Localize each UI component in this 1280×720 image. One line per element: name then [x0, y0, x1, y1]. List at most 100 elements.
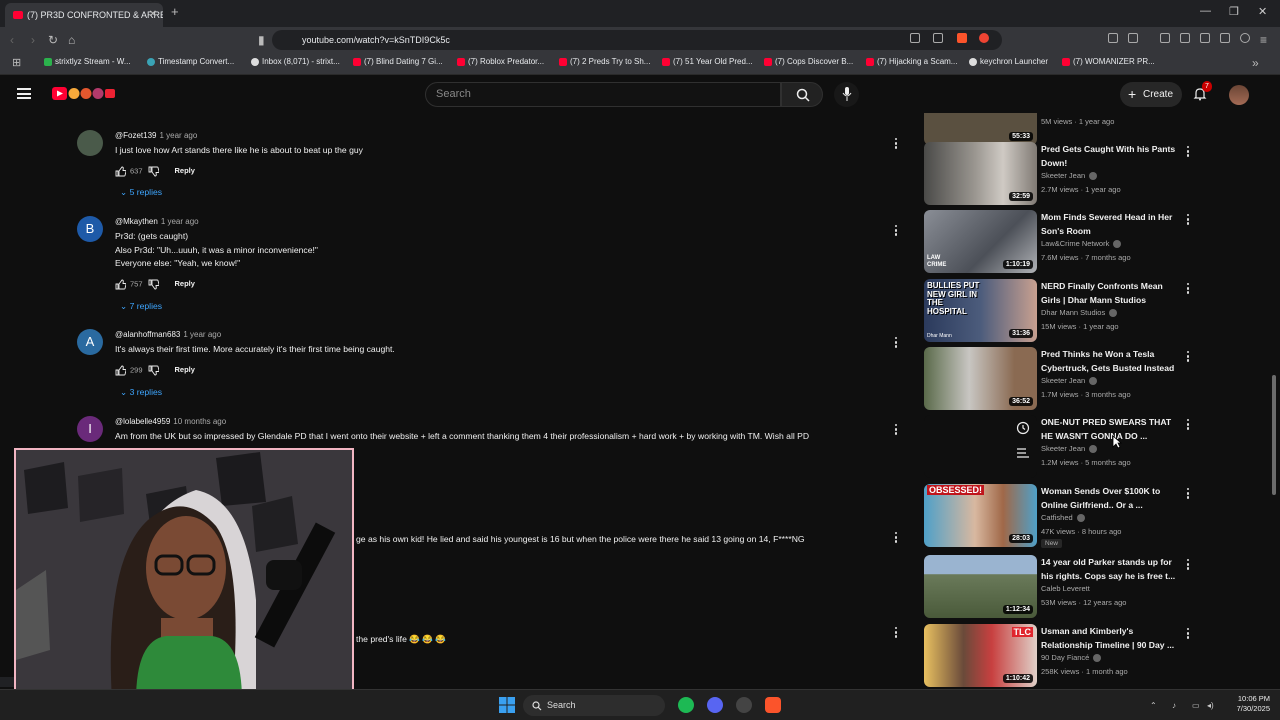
close-tab-icon[interactable]: ✕ [149, 3, 157, 27]
volume-icon[interactable]: ◂) [1207, 701, 1214, 710]
windows-start-icon[interactable] [499, 697, 515, 713]
media-icon[interactable] [1160, 33, 1170, 43]
recommendation-item[interactable]: 36:52 Pred Thinks he Won a Tesla Cybertr… [924, 347, 1204, 411]
minimize-icon[interactable]: — [1200, 5, 1211, 17]
video-options-icon[interactable] [1186, 351, 1190, 363]
close-window-icon[interactable]: ✕ [1258, 5, 1267, 18]
apps-grid-icon[interactable]: ⊞ [12, 56, 21, 69]
recommendation-item[interactable]: TLC 1:10:42 Usman and Kimberly's Relatio… [924, 624, 1204, 688]
hamburger-menu-icon[interactable] [17, 88, 31, 99]
comment-options-icon[interactable] [894, 532, 898, 544]
video-thumbnail[interactable]: LAW CRIME 1:10:19 [924, 210, 1037, 273]
channel-name[interactable]: Skeeter Jean [1041, 444, 1098, 454]
comment-date[interactable]: 1 year ago [183, 330, 221, 339]
create-button[interactable]: Create [1120, 82, 1182, 107]
dislike-icon[interactable] [148, 166, 159, 177]
video-options-icon[interactable] [1186, 214, 1190, 226]
more-bookmarks-icon[interactable]: » [1252, 56, 1259, 70]
vpn-icon[interactable] [1240, 33, 1250, 43]
screenshot-icon[interactable] [1128, 33, 1138, 43]
comment-options-icon[interactable] [894, 627, 898, 639]
video-title[interactable]: Pred Gets Caught With his Pants Down! [1041, 143, 1181, 170]
comment-date[interactable]: 1 year ago [161, 217, 199, 226]
video-thumbnail[interactable]: 55:33 [924, 113, 1037, 145]
video-title[interactable]: ONE-NUT PRED SWEARS THAT HE WASN'T GONNA… [1041, 416, 1181, 443]
channel-name[interactable]: Catfished [1041, 513, 1085, 523]
brave-browser-icon[interactable] [765, 697, 781, 713]
voice-search-button[interactable] [834, 82, 859, 107]
comment-author[interactable]: @Fozet139 [115, 131, 156, 140]
view-replies-button[interactable]: ⌄ 5 replies [120, 187, 162, 198]
bookmark-item[interactable]: (7) 2 Preds Try to Sh... [559, 57, 650, 66]
taskbar-clock[interactable]: 10:06 PM 7/30/2025 [1220, 694, 1270, 714]
tray-overflow-icon[interactable]: ⌃ [1150, 701, 1157, 710]
reply-button[interactable]: Reply [175, 166, 195, 175]
watch-later-icon[interactable] [1016, 421, 1030, 435]
taskbar-search[interactable]: Search [523, 695, 665, 716]
browser-tab[interactable]: (7) PR3D CONFRONTED & ARRE ✕ [5, 3, 163, 27]
dislike-icon[interactable] [148, 279, 159, 290]
bookmark-item[interactable]: keychron Launcher [969, 57, 1048, 66]
bookmark-icon[interactable]: ▮ [258, 33, 265, 47]
new-tab-button[interactable]: + [171, 4, 179, 19]
recommendation-item[interactable]: LAW CRIME 1:10:19 Mom Finds Severed Head… [924, 210, 1204, 274]
bookmark-item[interactable]: (7) Roblox Predator... [457, 57, 544, 66]
video-options-icon[interactable] [1186, 559, 1190, 571]
brave-shield-icon[interactable] [957, 33, 967, 43]
comment-avatar[interactable]: I [77, 416, 103, 442]
view-replies-button[interactable]: ⌄ 7 replies [120, 301, 162, 312]
back-icon[interactable]: ‹ [10, 33, 14, 47]
video-thumbnail[interactable]: 32:59 [924, 142, 1037, 205]
recommendation-item[interactable]: ONE-NUT PRED SWEARS THAT HE WASN'T GONNA… [924, 415, 1204, 479]
reply-button[interactable]: Reply [175, 279, 195, 288]
page-scrollbar[interactable] [1271, 115, 1277, 685]
view-replies-button[interactable]: ⌄ 3 replies [120, 387, 162, 398]
video-thumbnail[interactable]: TLC 1:10:42 [924, 624, 1037, 687]
recommendation-item[interactable]: BULLIES PUT NEW GIRL IN THE HOSPITAL Dha… [924, 279, 1204, 343]
video-thumbnail[interactable]: 1:12:34 [924, 555, 1037, 618]
video-options-icon[interactable] [1186, 146, 1190, 158]
comment-date[interactable]: 1 year ago [159, 131, 197, 140]
comment-avatar[interactable]: A [77, 329, 103, 355]
video-title[interactable]: 14 year old Parker stands up for his rig… [1041, 556, 1181, 583]
video-title[interactable]: Usman and Kimberly's Relationship Timeli… [1041, 625, 1181, 652]
browser-menu-icon[interactable]: ≡ [1260, 33, 1267, 47]
comment-author[interactable]: @lolabelle4959 [115, 417, 170, 426]
video-thumbnail[interactable]: 36:52 [924, 347, 1037, 410]
channel-name[interactable]: 90 Day Fiancé [1041, 653, 1102, 663]
comment-avatar[interactable] [77, 130, 103, 156]
comment-options-icon[interactable] [894, 138, 898, 150]
maximize-icon[interactable]: ❐ [1229, 5, 1239, 18]
comment-author[interactable]: @Mkaythen [115, 217, 158, 226]
video-options-icon[interactable] [1186, 283, 1190, 295]
network-icon[interactable]: ▭ [1192, 701, 1200, 710]
bookmark-item[interactable]: (7) Cops Discover B... [764, 57, 853, 66]
video-title[interactable]: Woman Sends Over $100K to Online Girlfri… [1041, 485, 1181, 512]
sidebar-icon[interactable] [1180, 33, 1190, 43]
discord-icon[interactable] [707, 697, 723, 713]
comment-avatar[interactable]: B [77, 216, 103, 242]
obs-icon[interactable] [736, 697, 752, 713]
bookmark-item[interactable]: (7) Hijacking a Scam... [866, 57, 957, 66]
recommendation-item[interactable]: 32:59 Pred Gets Caught With his Pants Do… [924, 142, 1204, 206]
bookmark-item[interactable]: Inbox (8,071) - strixt... [251, 57, 340, 66]
forward-icon[interactable]: › [31, 33, 35, 47]
comment-date[interactable]: 10 months ago [173, 417, 226, 426]
reload-icon[interactable]: ↻ [48, 33, 58, 47]
comment-options-icon[interactable] [894, 337, 898, 349]
channel-name[interactable]: Law&Crime Network [1041, 239, 1122, 249]
channel-name[interactable]: Skeeter Jean [1041, 376, 1098, 386]
channel-name[interactable]: Skeeter Jean [1041, 171, 1098, 181]
like-icon[interactable] [115, 279, 126, 290]
bookmark-item[interactable]: (7) WOMANIZER PR... [1062, 57, 1155, 66]
share-icon[interactable] [933, 33, 943, 43]
video-options-icon[interactable] [1186, 419, 1190, 431]
extensions-icon[interactable] [1108, 33, 1118, 43]
leo-icon[interactable] [1220, 33, 1230, 43]
video-options-icon[interactable] [1186, 628, 1190, 640]
comment-options-icon[interactable] [894, 424, 898, 436]
video-thumbnail[interactable]: BULLIES PUT NEW GIRL IN THE HOSPITAL Dha… [924, 279, 1037, 342]
youtube-logo-icon[interactable] [52, 86, 116, 101]
video-options-icon[interactable] [1186, 488, 1190, 500]
scrollbar-thumb[interactable] [1272, 375, 1276, 495]
